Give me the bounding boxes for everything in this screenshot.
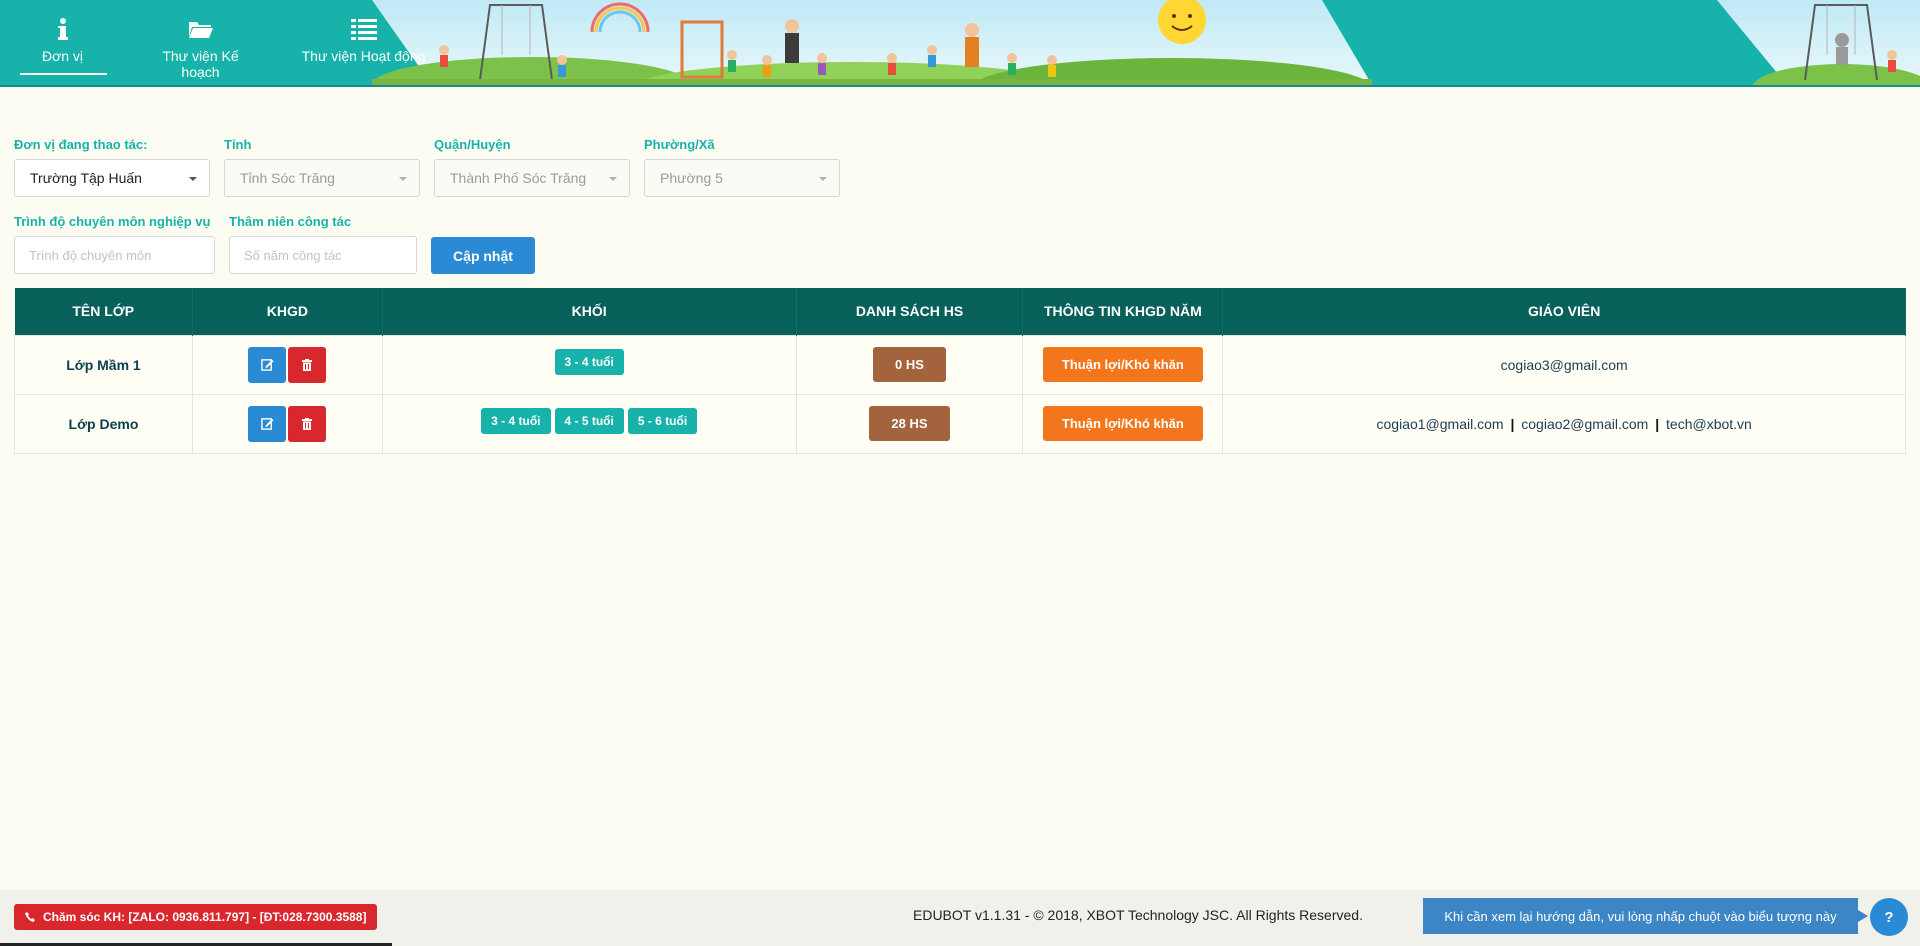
ward-label: Phường/Xã bbox=[644, 137, 715, 152]
col-header-khoi: KHỐI bbox=[382, 288, 797, 335]
help-button[interactable]: ? bbox=[1870, 898, 1908, 936]
level-label: Trình độ chuyên môn nghiệp vụ bbox=[14, 214, 211, 229]
teacher-email: tech@xbot.vn bbox=[1666, 415, 1752, 432]
province-select[interactable]: Tỉnh Sóc Trăng bbox=[224, 159, 420, 197]
edit-icon bbox=[261, 359, 274, 371]
nav-tab-thu-vien-hoat-dong[interactable]: Thư viện Hoạt động bbox=[276, 0, 451, 85]
class-name: Lớp Demo bbox=[14, 393, 193, 454]
district-select[interactable]: Thành Phố Sóc Trăng bbox=[434, 159, 630, 197]
khgd-actions bbox=[191, 393, 383, 454]
table-row: Lớp Mầm 1 3 - 4 tuổi 0 HS Thuận lợi/Khó … bbox=[14, 334, 1906, 395]
unit-label: Đơn vị đang thao tác: bbox=[14, 137, 148, 152]
grade-tags: 3 - 4 tuổi 4 - 5 tuổi 5 - 6 tuổi bbox=[381, 393, 797, 454]
unit-select-value: Trường Tập Huấn bbox=[30, 170, 142, 186]
nav-tab-label: Thư viện Hoạt động bbox=[301, 48, 426, 64]
caret-down-icon bbox=[189, 177, 197, 181]
trash-icon bbox=[302, 417, 313, 430]
customer-support-text: Chăm sóc KH: [ZALO: 0936.811.797] - [ĐT:… bbox=[43, 910, 367, 924]
province-select-value: Tỉnh Sóc Trăng bbox=[240, 170, 335, 186]
grade-tag: 4 - 5 tuổi bbox=[554, 407, 624, 434]
plan-info-cell: Thuận lợi/Khó khăn bbox=[1022, 334, 1224, 395]
province-label: Tỉnh bbox=[224, 137, 252, 152]
main-nav: Đơn vị Thư viện Kế hoạch Thư viện Hoạt đ… bbox=[0, 0, 451, 85]
unit-select[interactable]: Trường Tập Huấn bbox=[14, 159, 210, 197]
khgd-actions bbox=[191, 334, 383, 395]
list-icon bbox=[294, 16, 433, 42]
phone-icon bbox=[25, 912, 35, 922]
caret-down-icon bbox=[399, 177, 407, 181]
advantages-difficulties-button[interactable]: Thuận lợi/Khó khăn bbox=[1042, 406, 1203, 441]
col-header-danh-sach-hs: DANH SÁCH HS bbox=[796, 288, 1024, 335]
caret-down-icon bbox=[609, 177, 617, 181]
top-header: Đơn vị Thư viện Kế hoạch Thư viện Hoạt đ… bbox=[0, 0, 1920, 87]
edit-button[interactable] bbox=[248, 346, 287, 383]
seniority-label: Thâm niên công tác bbox=[229, 214, 352, 229]
info-icon bbox=[18, 16, 107, 42]
edit-button[interactable] bbox=[248, 405, 287, 442]
delete-button[interactable] bbox=[288, 405, 327, 442]
teachers-cell: cogiao3@gmail.com bbox=[1222, 334, 1906, 395]
district-select-value: Thành Phố Sóc Trăng bbox=[450, 170, 587, 186]
plan-info-cell: Thuận lợi/Khó khăn bbox=[1022, 393, 1224, 454]
caret-down-icon bbox=[819, 177, 827, 181]
grade-tag: 3 - 4 tuổi bbox=[481, 407, 551, 434]
col-header-giao-vien: GIÁO VIÊN bbox=[1222, 288, 1906, 335]
edit-icon bbox=[261, 418, 274, 430]
district-label: Quận/Huyện bbox=[434, 137, 511, 152]
nav-tab-label: Đơn vị bbox=[41, 48, 84, 64]
grade-tag: 3 - 4 tuổi bbox=[554, 348, 624, 375]
student-count-cell: 0 HS bbox=[795, 334, 1024, 395]
advantages-difficulties-button[interactable]: Thuận lợi/Khó khăn bbox=[1042, 347, 1203, 382]
table-row: Lớp Demo 3 - 4 tuổi 4 - 5 tuổi 5 - 6 tuổi … bbox=[14, 393, 1906, 454]
seniority-input[interactable] bbox=[229, 236, 417, 274]
nav-tab-thu-vien-ke-hoach[interactable]: Thư viện Kế hoạch bbox=[125, 0, 276, 85]
col-header-khgd: KHGD bbox=[192, 288, 383, 335]
nav-tab-label: Thư viện Kế hoạch bbox=[162, 48, 239, 80]
col-header-thong-tin-khgd-nam: THÔNG TIN KHGD NĂM bbox=[1022, 288, 1224, 335]
class-name: Lớp Mầm 1 bbox=[14, 334, 193, 395]
table-header-row: TÊN LỚP KHGD KHỐI DANH SÁCH HS THÔNG TIN… bbox=[14, 288, 1906, 335]
copyright-text: EDUBOT v1.1.31 - © 2018, XBOT Technology… bbox=[913, 907, 1363, 923]
help-tooltip: Khi cần xem lại hướng dẫn, vui lòng nhấp… bbox=[1423, 898, 1868, 934]
footer: Chăm sóc KH: [ZALO: 0936.811.797] - [ĐT:… bbox=[0, 890, 1920, 946]
teacher-email: cogiao1@gmail.com bbox=[1376, 415, 1504, 432]
student-count-cell: 28 HS bbox=[795, 393, 1024, 454]
customer-support-badge[interactable]: Chăm sóc KH: [ZALO: 0936.811.797] - [ĐT:… bbox=[14, 904, 378, 930]
col-header-ten-lop: TÊN LỚP bbox=[14, 288, 193, 335]
student-count-badge[interactable]: 0 HS bbox=[873, 347, 946, 382]
class-table: TÊN LỚP KHGD KHỐI DANH SÁCH HS THÔNG TIN… bbox=[14, 288, 1906, 454]
delete-button[interactable] bbox=[288, 346, 327, 383]
teachers-cell: cogiao1@gmail.com | cogiao2@gmail.com | … bbox=[1222, 393, 1906, 454]
level-input[interactable] bbox=[14, 236, 215, 274]
grade-tag: 5 - 6 tuổi bbox=[627, 407, 698, 434]
nav-tab-don-vi[interactable]: Đơn vị bbox=[0, 0, 125, 85]
separator: | bbox=[1655, 415, 1660, 432]
grade-tags: 3 - 4 tuổi bbox=[381, 334, 797, 395]
ward-select[interactable]: Phường 5 bbox=[644, 159, 840, 197]
playground-banner-image bbox=[372, 0, 1920, 85]
separator: | bbox=[1510, 415, 1515, 432]
student-count-badge[interactable]: 28 HS bbox=[869, 406, 950, 441]
teacher-email: cogiao2@gmail.com bbox=[1521, 415, 1649, 432]
update-button[interactable]: Cập nhật bbox=[431, 237, 535, 274]
trash-icon bbox=[302, 358, 313, 371]
folder-open-icon bbox=[143, 16, 258, 42]
ward-select-value: Phường 5 bbox=[660, 170, 723, 186]
teacher-email: cogiao3@gmail.com bbox=[1500, 356, 1628, 373]
